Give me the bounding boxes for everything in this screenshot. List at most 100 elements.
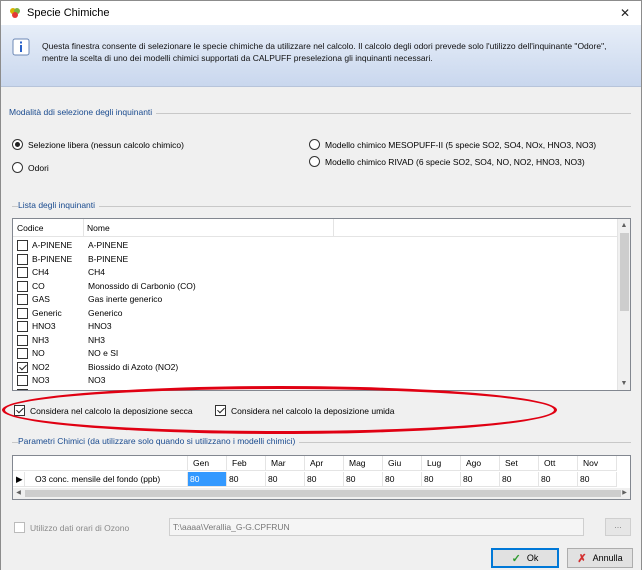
row-checkbox[interactable] (17, 280, 28, 292)
grid-value-cell[interactable]: 80 (305, 472, 344, 487)
row-checkbox[interactable] (17, 334, 28, 346)
grid-value-cell[interactable]: 80 (344, 472, 383, 487)
row-checkbox[interactable] (17, 321, 28, 332)
list-item[interactable]: HNO3 HNO3 (13, 320, 618, 333)
list-item[interactable]: A-PINENE A-PINENE (13, 239, 618, 252)
grid-value-cell[interactable]: 80 (383, 472, 422, 487)
pollutant-name: Biossido di Azoto (NO2) (88, 361, 179, 372)
scroll-up-icon[interactable]: ▲ (618, 219, 630, 232)
scroll-thumb[interactable] (25, 490, 621, 497)
row-checkbox[interactable] (17, 348, 28, 359)
list-vertical-scrollbar[interactable]: ▲ ▼ (617, 219, 630, 390)
checkbox-label: Utilizzo dati orari di Ozono (30, 522, 130, 533)
column-header-code[interactable]: Codice (17, 223, 43, 233)
pollutant-code: CO (32, 280, 45, 291)
scroll-left-icon[interactable]: ◀ (13, 488, 24, 499)
grid-value-cell[interactable]: 80 (422, 472, 461, 487)
pollutant-code: Generic (32, 307, 62, 318)
pollutant-code: NOX (32, 388, 50, 391)
cancel-x-icon: ✗ (577, 552, 587, 565)
pollutant-name: CH4 (88, 267, 106, 277)
row-checkbox[interactable] (17, 267, 28, 278)
pollutant-name: NO e SI (88, 348, 119, 358)
scroll-down-icon[interactable]: ▼ (618, 377, 630, 390)
grid-value-cell[interactable]: 80 (461, 472, 500, 487)
pollutant-name: Gas inerte generico (88, 294, 163, 304)
cancel-button[interactable]: ✗ Annulla (567, 548, 633, 568)
list-item[interactable]: NH3 NH3 (13, 334, 618, 347)
list-item[interactable]: NO2 Biossido di Azoto (NO2) (13, 361, 618, 374)
list-item[interactable]: B-PINENE B-PINENE (13, 253, 618, 266)
window-title: Specie Chimiche (27, 7, 110, 19)
info-text: Questa finestra consente di selezionare … (42, 41, 607, 63)
radio-indicator (309, 139, 320, 150)
grid-value-cell[interactable]: 80 (500, 472, 539, 487)
radio-label: Modello chimico MESOPUFF-II (5 specie SO… (325, 139, 597, 150)
ozone-checkbox[interactable]: Utilizzo dati orari di Ozono (14, 522, 129, 533)
checkmark-icon: ✓ (511, 552, 521, 565)
chem-params-grid[interactable]: Gen Feb Mar Apr Mag Giu Lug Ago Set Ott Nov ▶ O3 c… (12, 455, 631, 500)
checkbox-label: Considera nel calcolo la deposizione sec… (30, 405, 193, 416)
row-checkbox[interactable] (17, 361, 28, 373)
row-checkbox[interactable] (17, 388, 28, 390)
browse-button[interactable]: ... (605, 518, 631, 536)
checkbox-indicator (215, 405, 226, 416)
radio-label: Odori (28, 162, 49, 173)
pollutant-code: A-PINENE (32, 240, 73, 250)
pollutant-code: B-PINENE (32, 253, 73, 264)
list-item[interactable]: NO3 NO3 (13, 374, 618, 387)
radio-odori[interactable]: Odori (12, 162, 49, 173)
row-checkbox[interactable] (17, 294, 28, 305)
list-item[interactable]: CO Monossido di Carbonio (CO) (13, 280, 618, 293)
column-separator (83, 219, 84, 237)
grid-value-cell[interactable]: 80 (188, 472, 227, 487)
list-item[interactable]: NOX Ossido di Azoto (NOX) (13, 388, 618, 391)
row-checkbox[interactable] (17, 307, 28, 319)
radio-indicator (12, 139, 23, 150)
grid-value-cell[interactable]: 80 (578, 472, 617, 487)
dry-deposition-checkbox[interactable]: Considera nel calcolo la deposizione sec… (14, 405, 193, 416)
info-icon (12, 38, 30, 58)
column-header-name[interactable]: Nome (87, 223, 110, 233)
info-banner: Questa finestra consente di selezionare … (1, 25, 641, 87)
grid-month-header: Gen (188, 456, 227, 471)
checkbox-label: Considera nel calcolo la deposizione umi… (231, 405, 395, 416)
grid-row-label: O3 conc. mensile del fondo (ppb) (25, 472, 188, 487)
grid-value-cell[interactable]: 80 (539, 472, 578, 487)
scroll-right-icon[interactable]: ▶ (619, 488, 630, 499)
grid-corner (13, 456, 188, 471)
wet-deposition-checkbox[interactable]: Considera nel calcolo la deposizione umi… (215, 405, 395, 416)
cancel-label: Annulla (592, 553, 623, 563)
pollutants-group-label: Lista degli inquinanti (18, 200, 100, 210)
radio-mesopuff[interactable]: Modello chimico MESOPUFF-II (5 specie SO… (309, 139, 596, 150)
radio-indicator (309, 156, 320, 167)
row-checkbox[interactable] (17, 375, 28, 386)
chem-group-label: Parametri Chimici (da utilizzare solo qu… (18, 436, 300, 446)
close-button[interactable]: ✕ (615, 3, 635, 23)
scroll-thumb[interactable] (620, 233, 629, 311)
grid-month-header: Lug (422, 456, 461, 471)
radio-rivad[interactable]: Modello chimico RIVAD (6 specie SO2, SO4… (309, 156, 585, 167)
row-marker-icon: ▶ (13, 472, 25, 487)
ok-button[interactable]: ✓ Ok (491, 548, 559, 568)
row-checkbox[interactable] (17, 240, 28, 251)
grid-month-header: Ago (461, 456, 500, 471)
list-item[interactable]: CH4 CH4 (13, 266, 618, 279)
button-bar: ✓ Ok ✗ Annulla (1, 545, 641, 570)
grid-horizontal-scrollbar[interactable]: ◀ ▶ (13, 488, 630, 499)
pollutant-list[interactable]: Codice Nome A-PINENE A-PINENE B-PINENE B-PI… (12, 218, 631, 391)
mode-group-label: Modalità ddi selezione degli inquinanti (9, 107, 157, 117)
row-checkbox[interactable] (17, 253, 28, 265)
list-item[interactable]: Generic Generico (13, 307, 618, 320)
pollutant-code: NO (32, 348, 45, 358)
ozone-path-field[interactable]: T:\aaaa\Verallia_G-G.CPFRUN (169, 518, 584, 536)
list-item[interactable]: NO NO e SI (13, 347, 618, 360)
grid-value-cell[interactable]: 80 (227, 472, 266, 487)
grid-month-header: Ott (539, 456, 578, 471)
app-icon (9, 7, 21, 19)
pollutant-name: Generico (88, 307, 123, 318)
grid-value-cell[interactable]: 80 (266, 472, 305, 487)
list-item[interactable]: GAS Gas inerte generico (13, 293, 618, 306)
grid-month-header: Apr (305, 456, 344, 471)
radio-free-selection[interactable]: Selezione libera (nessun calcolo chimico… (12, 139, 184, 150)
